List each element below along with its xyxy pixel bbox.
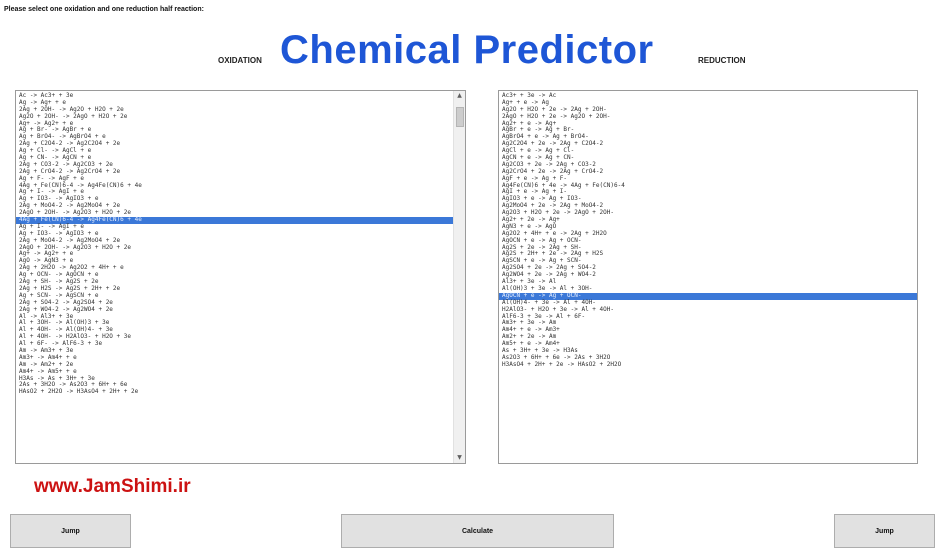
list-item[interactable]: Ag2O3 + H2O + 2e -> 2AgO + 2OH- — [499, 209, 917, 217]
list-item[interactable]: Am -> Am3+ + 3e — [16, 347, 453, 355]
calculate-button[interactable]: Calculate — [341, 514, 614, 548]
list-item[interactable]: Al + 6F- -> AlF6-3 + 3e — [16, 340, 453, 348]
list-item[interactable]: Ac3+ + 3e -> Ac — [499, 92, 917, 100]
reduction-listbox[interactable]: Ac3+ + 3e -> Ac Ag+ + e -> Ag Ag2O + H2O +… — [498, 90, 918, 464]
list-item[interactable]: H3AsO4 + 2H+ + 2e -> HAsO2 + 2H2O — [499, 361, 917, 369]
list-item[interactable]: Am3+ + 3e -> Am — [499, 319, 917, 327]
scroll-up-arrow-icon[interactable]: ▲ — [454, 91, 465, 101]
jump-right-button[interactable]: Jump — [834, 514, 935, 548]
list-item[interactable]: Am -> Am2+ + 2e — [16, 361, 453, 369]
instruction-text: Please select one oxidation and one redu… — [4, 6, 204, 13]
list-item[interactable]: Ag+ -> Ag2+ + e — [16, 251, 453, 258]
reduction-list: Ac3+ + 3e -> Ac Ag+ + e -> Ag Ag2O + H2O +… — [499, 91, 917, 369]
oxidation-listbox[interactable]: Ac -> Ac3+ + 3e Ag -> Ag+ + e 2Ag + 2OH- -… — [15, 90, 466, 464]
list-item[interactable]: 2AgO + H2O + 2e -> Ag2O + 2OH- — [499, 113, 917, 121]
jump-left-button[interactable]: Jump — [10, 514, 131, 548]
list-item[interactable]: Am4+ + e -> Am3+ — [499, 326, 917, 334]
watermark-text: www.JamShimi.ir — [34, 476, 191, 497]
list-item[interactable]: Ac -> Ac3+ + 3e — [16, 92, 453, 100]
list-item[interactable]: AlF6-3 + 3e -> Al + 6F- — [499, 313, 917, 321]
oxidation-list: Ac -> Ac3+ + 3e Ag -> Ag+ + e 2Ag + 2OH- -… — [16, 91, 453, 396]
app-title: Chemical Predictor — [280, 28, 654, 72]
reduction-label: REDUCTION — [698, 56, 746, 65]
list-item[interactable]: Am3+ -> Am4+ + e — [16, 354, 453, 362]
scroll-down-arrow-icon[interactable]: ▼ — [454, 453, 465, 463]
list-item[interactable]: Ag2O + 2OH- -> 2AgO + H2O + 2e — [16, 113, 453, 121]
list-item[interactable]: HAsO2 + 2H2O -> H3AsO4 + 2H+ + 2e — [16, 388, 453, 396]
list-item[interactable]: 2AgO + 2OH- -> Ag2O3 + H2O + 2e — [16, 244, 453, 252]
list-item[interactable]: Ag2WO4 + 2e -> 2Ag + WO4-2 — [499, 271, 917, 279]
list-item[interactable]: Ag2+ + 2e -> Ag+ — [499, 216, 917, 224]
scroll-thumb[interactable] — [456, 107, 464, 127]
oxidation-label: OXIDATION — [218, 56, 262, 65]
list-item[interactable]: 2Ag + WO4-2 -> Ag2WO4 + 2e — [16, 306, 453, 314]
list-item[interactable]: Am2+ + 2e -> Am — [499, 333, 917, 341]
oxidation-scrollbar[interactable]: ▲ ▼ — [453, 91, 465, 463]
